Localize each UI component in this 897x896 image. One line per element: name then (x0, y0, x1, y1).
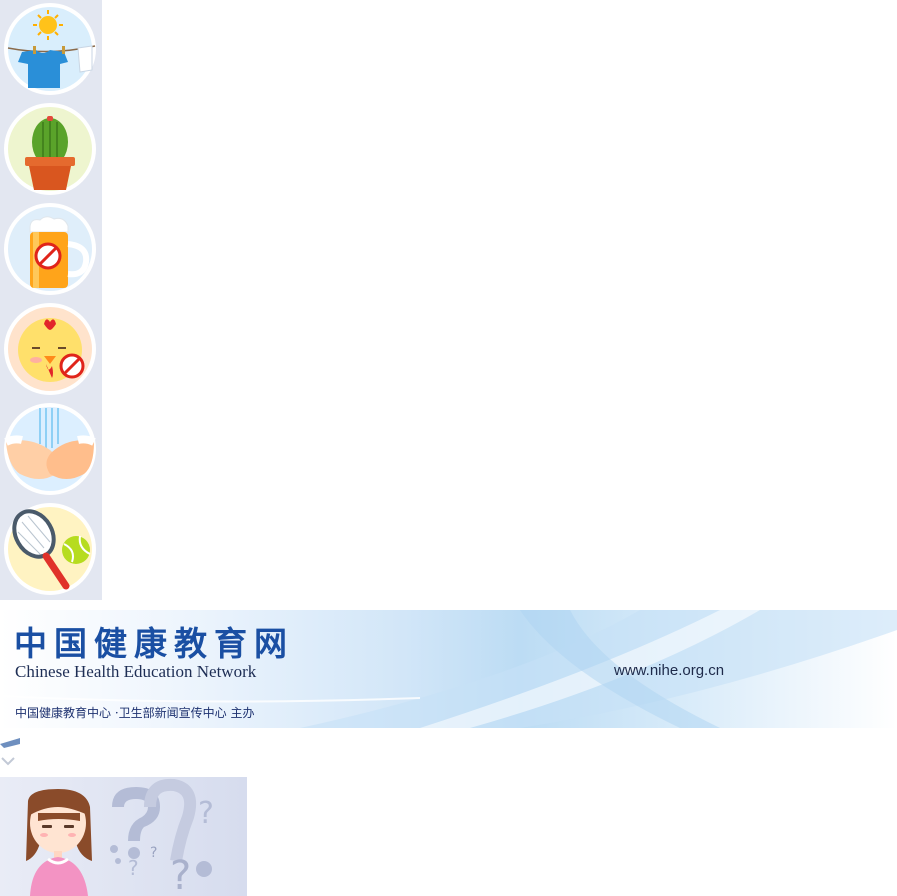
question-panel[interactable]: ? ? ? ? (0, 777, 247, 896)
banner-title: 中国健康教育网 (14, 624, 294, 663)
question-marks-icon: ? ? ? ? (110, 778, 214, 896)
health-icon-column (0, 0, 102, 600)
girl-avatar (26, 789, 92, 896)
banner-url[interactable]: www.nihe.org.cn (614, 662, 724, 679)
banner-organizer: 中国健康教育中心 ·卫生部新闻宣传中心 主办 (15, 706, 255, 720)
banner-subtitle: Chinese Health Education Network (15, 662, 257, 681)
tennis-racket-icon[interactable] (0, 500, 102, 600)
svg-text:?: ? (128, 856, 139, 880)
cactus-pot-icon[interactable] (0, 100, 102, 200)
no-beer-icon[interactable] (0, 200, 102, 300)
svg-text:?: ? (150, 845, 157, 861)
sun-clothesline-icon[interactable] (0, 0, 102, 100)
site-banner[interactable]: 中国健康教育网 Chinese Health Education Network… (0, 610, 897, 728)
corner-arrow-icon (0, 738, 20, 766)
hand-washing-icon[interactable] (0, 400, 102, 500)
svg-text:?: ? (198, 796, 214, 831)
no-chicken-icon[interactable] (0, 300, 102, 400)
svg-text:?: ? (170, 853, 191, 896)
